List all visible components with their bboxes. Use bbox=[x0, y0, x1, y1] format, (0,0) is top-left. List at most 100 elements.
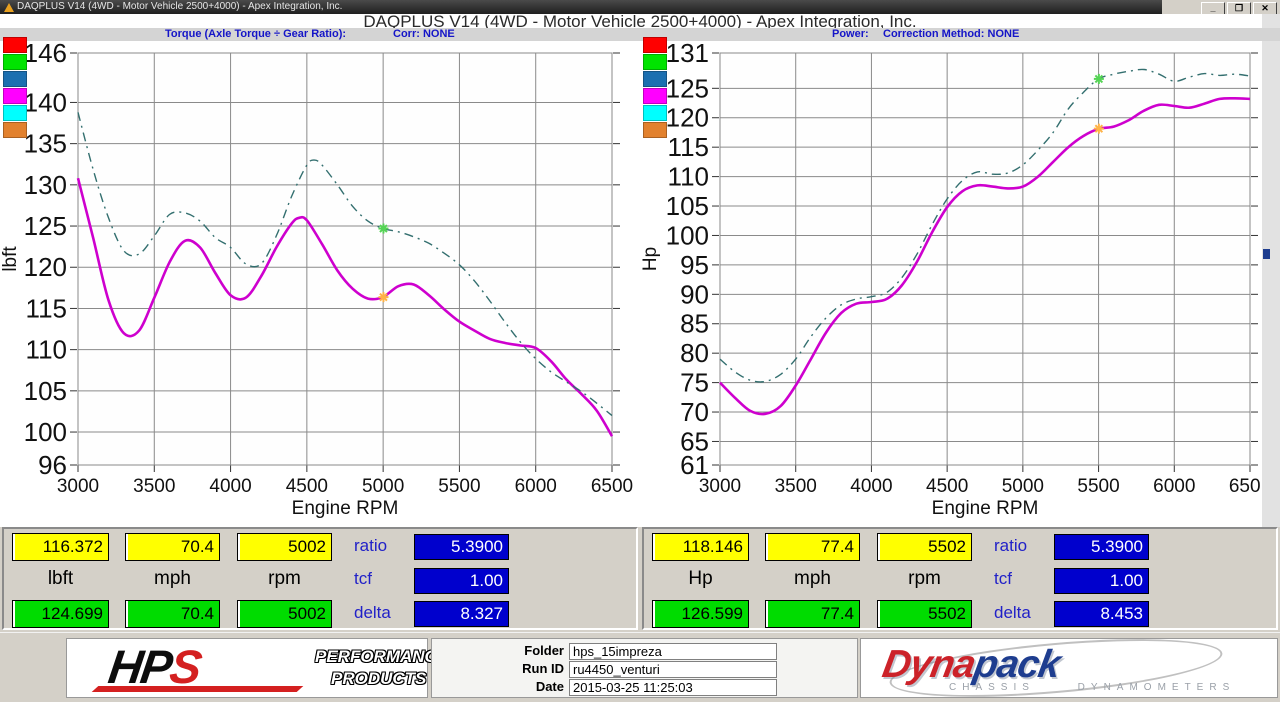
cursor-speed-value: 70.4 bbox=[125, 533, 220, 561]
svg-text:125: 125 bbox=[666, 73, 709, 103]
footer: HPS PERFORMANCE PRODUCTS Folder Run ID D… bbox=[0, 632, 1280, 702]
power-legend-swatches bbox=[643, 37, 667, 139]
cursor-speed-value: 77.4 bbox=[765, 533, 860, 561]
svg-text:5500: 5500 bbox=[1077, 476, 1119, 497]
ratio-label: ratio bbox=[354, 536, 387, 556]
tcf-label: tcf bbox=[354, 569, 372, 589]
svg-text:Engine RPM: Engine RPM bbox=[292, 498, 399, 519]
hps-tagline: PERFORMANCE PRODUCTS bbox=[315, 646, 448, 690]
power-corr-label: Correction Method: NONE bbox=[883, 28, 1019, 41]
svg-text:75: 75 bbox=[680, 368, 709, 398]
svg-text:125: 125 bbox=[24, 211, 67, 241]
torque-corr-label: Corr: NONE bbox=[393, 28, 455, 41]
date-input[interactable] bbox=[569, 679, 777, 696]
svg-text:4500: 4500 bbox=[286, 476, 328, 497]
reference-rpm-value: 5502 bbox=[877, 600, 972, 628]
delta-label: delta bbox=[994, 603, 1031, 623]
svg-text:105: 105 bbox=[666, 191, 709, 221]
svg-text:100: 100 bbox=[666, 220, 709, 250]
svg-text:4000: 4000 bbox=[850, 476, 892, 497]
cursor-rpm-value: 5502 bbox=[877, 533, 972, 561]
readout-panel-power: 118.146 77.4 5502 Hp mph rpm 126.599 77.… bbox=[642, 527, 1278, 630]
run-info-fields: Folder Run ID Date bbox=[431, 638, 858, 698]
svg-text:61: 61 bbox=[680, 450, 709, 480]
svg-text:Engine RPM: Engine RPM bbox=[932, 498, 1039, 519]
reference-rpm-value: 5002 bbox=[237, 600, 332, 628]
rpm-unit-label: rpm bbox=[237, 567, 332, 591]
legend-swatch bbox=[643, 122, 667, 138]
svg-text:4000: 4000 bbox=[209, 476, 251, 497]
power-chart[interactable]: 3000350040004500500055006000650013112512… bbox=[640, 36, 1280, 527]
svg-text:90: 90 bbox=[680, 279, 709, 309]
tcf-label: tcf bbox=[994, 569, 1012, 589]
svg-text:6000: 6000 bbox=[1153, 476, 1195, 497]
dynapack-logo: Dynapack CHASSIS DYNAMOMETERS bbox=[860, 638, 1278, 698]
hps-hp: HP bbox=[105, 640, 174, 693]
legend-swatch bbox=[3, 71, 27, 87]
power-subtitle: Power: bbox=[832, 28, 869, 41]
legend-swatch bbox=[643, 105, 667, 121]
cursor-marker bbox=[378, 224, 388, 234]
svg-text:140: 140 bbox=[24, 87, 67, 117]
ratio-label: ratio bbox=[994, 536, 1027, 556]
app-window: DAQPLUS V14 (4WD - Motor Vehicle 2500+40… bbox=[0, 0, 1280, 702]
chart-region: 3000350040004500500055006000650014614013… bbox=[0, 41, 1280, 527]
legend-swatch bbox=[3, 105, 27, 121]
reference-speed-value: 70.4 bbox=[125, 600, 220, 628]
svg-text:120: 120 bbox=[666, 103, 709, 133]
reference-speed-value: 77.4 bbox=[765, 600, 860, 628]
scrollbar-thumb[interactable] bbox=[1263, 249, 1270, 259]
subtitle-bar: Torque (Axle Torque ÷ Gear Ratio): Corr:… bbox=[0, 28, 1280, 41]
svg-text:120: 120 bbox=[24, 252, 67, 282]
svg-text:5000: 5000 bbox=[362, 476, 404, 497]
folder-input[interactable] bbox=[569, 643, 777, 660]
ratio-value: 5.3900 bbox=[1054, 534, 1149, 560]
folder-label: Folder bbox=[432, 643, 564, 659]
svg-text:105: 105 bbox=[24, 376, 67, 406]
svg-text:6500: 6500 bbox=[591, 476, 633, 497]
svg-text:115: 115 bbox=[26, 293, 67, 323]
svg-text:131: 131 bbox=[666, 38, 709, 68]
app-icon bbox=[4, 3, 14, 12]
svg-text:135: 135 bbox=[24, 129, 67, 159]
reference-power-value: 126.599 bbox=[652, 600, 749, 628]
cursor-marker bbox=[378, 292, 388, 302]
svg-text:80: 80 bbox=[680, 338, 709, 368]
rpm-unit-label: rpm bbox=[877, 567, 972, 591]
dynapack-tagline: CHASSIS DYNAMOMETERS bbox=[949, 682, 1235, 693]
delta-label: delta bbox=[354, 603, 391, 623]
svg-text:85: 85 bbox=[680, 309, 709, 339]
tcf-value: 1.00 bbox=[1054, 568, 1149, 594]
legend-swatch bbox=[3, 54, 27, 70]
dynapack-pack: pack bbox=[971, 643, 1063, 686]
torque-unit-label: lbft bbox=[12, 567, 109, 591]
hps-logo: HPS PERFORMANCE PRODUCTS bbox=[66, 638, 428, 698]
ratio-value: 5.3900 bbox=[414, 534, 509, 560]
dynapack-dyna: Dyna bbox=[879, 643, 978, 686]
legend-swatch bbox=[3, 122, 27, 138]
svg-text:70: 70 bbox=[680, 397, 709, 427]
cursor-torque-value: 116.372 bbox=[12, 533, 109, 561]
svg-text:lbft: lbft bbox=[0, 246, 21, 272]
svg-text:96: 96 bbox=[38, 450, 67, 480]
svg-text:95: 95 bbox=[680, 250, 709, 280]
delta-value: 8.327 bbox=[414, 601, 509, 627]
svg-text:110: 110 bbox=[668, 162, 709, 192]
legend-swatch bbox=[3, 37, 27, 53]
readout-panel-torque: 116.372 70.4 5002 lbft mph rpm 124.699 7… bbox=[2, 527, 638, 630]
runid-input[interactable] bbox=[569, 661, 777, 678]
torque-subtitle: Torque (Axle Torque ÷ Gear Ratio): bbox=[165, 28, 346, 41]
legend-swatch bbox=[643, 37, 667, 53]
reference-torque-value: 124.699 bbox=[12, 600, 109, 628]
torque-chart[interactable]: 3000350040004500500055006000650014614013… bbox=[0, 36, 640, 527]
torque-legend-swatches bbox=[3, 37, 27, 139]
svg-text:3500: 3500 bbox=[133, 476, 175, 497]
date-label: Date bbox=[432, 679, 564, 695]
svg-text:6000: 6000 bbox=[515, 476, 557, 497]
svg-text:5000: 5000 bbox=[1002, 476, 1044, 497]
right-scrollbar[interactable] bbox=[1261, 14, 1280, 527]
svg-text:115: 115 bbox=[668, 132, 709, 162]
speed-unit-label: mph bbox=[765, 567, 860, 591]
svg-text:130: 130 bbox=[24, 170, 67, 200]
cursor-power-value: 118.146 bbox=[652, 533, 749, 561]
